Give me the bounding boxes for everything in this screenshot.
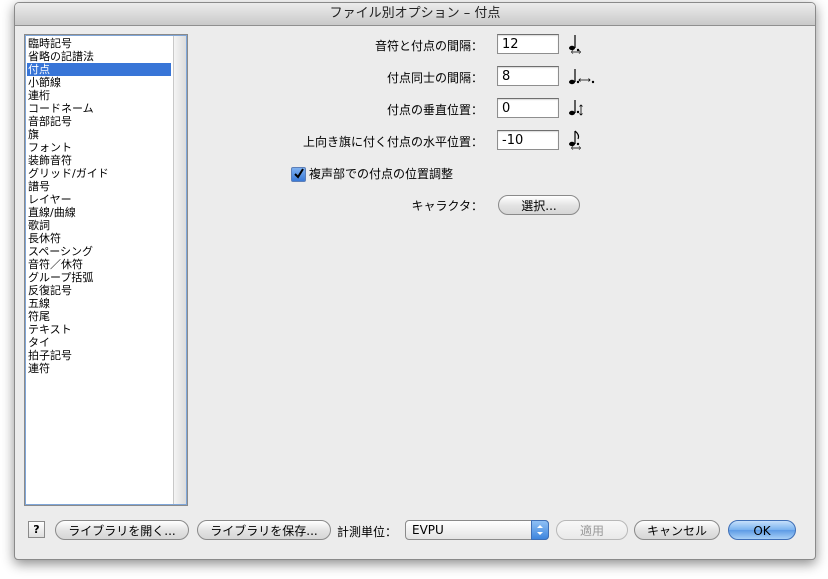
unit-label: 計測単位： — [337, 525, 398, 539]
sidebar-item[interactable]: グリッド/ガイド — [27, 167, 171, 180]
sidebar-item[interactable]: 省略の記譜法 — [27, 50, 171, 63]
checkmark-icon — [294, 168, 304, 179]
sidebar-item[interactable]: 五線 — [27, 297, 171, 310]
dot-dot-spacing-icon — [569, 69, 595, 85]
save-library-button[interactable]: ライブラリを保存... — [197, 520, 331, 540]
sidebar-item[interactable]: 譜号 — [27, 180, 171, 193]
sidebar-item[interactable]: フォント — [27, 141, 171, 154]
sidebar-item[interactable]: レイヤー — [27, 193, 171, 206]
apply-button[interactable]: 適用 — [556, 520, 628, 540]
upflag-dot-label: 上向き旗に付く付点の水平位置： — [302, 135, 483, 149]
sidebar-item[interactable]: 歌詞 — [27, 219, 171, 232]
character-select-button[interactable]: 選択... — [498, 195, 580, 215]
sidebar-item[interactable]: 臨時記号 — [27, 37, 171, 50]
upflag-dot-icon — [569, 130, 582, 150]
sidebar-item[interactable]: 旗 — [27, 128, 171, 141]
category-items: 臨時記号 省略の記譜法 付点 小節線 連桁 コードネーム 音部記号旗フォント 装飾音符 グリッド… — [27, 37, 171, 375]
sidebar-item[interactable]: コードネーム — [27, 102, 171, 115]
open-library-button[interactable]: ライブラリを開く... — [55, 520, 189, 540]
sidebar-item[interactable]: 小節線 — [27, 76, 171, 89]
dot-vertical-icon — [569, 100, 583, 116]
upflag-dot-input[interactable]: -10 — [497, 130, 559, 150]
select-arrows-icon — [531, 520, 549, 540]
dot-vertical-input[interactable]: 0 — [497, 98, 559, 118]
multi-voice-checkbox[interactable] — [291, 167, 306, 182]
sidebar-item[interactable]: 装飾音符 — [27, 154, 171, 167]
cancel-button[interactable]: キャンセル — [634, 520, 720, 540]
dot-vertical-label: 付点の垂直位置： — [386, 103, 483, 117]
sidebar-item[interactable]: 音部記号 — [27, 115, 171, 128]
sidebar-item[interactable]: 拍子記号 — [27, 349, 171, 362]
sidebar-item[interactable]: 長休符 — [27, 232, 171, 245]
help-button[interactable]: ? — [28, 521, 45, 538]
window-title: ファイル別オプション – 付点 — [15, 3, 815, 26]
sidebar-item[interactable]: 音符／休符 — [27, 258, 171, 271]
note-dot-spacing-label: 音符と付点の間隔： — [374, 39, 483, 53]
sidebar-item[interactable]: 連符 — [27, 362, 171, 375]
dot-dot-spacing-label: 付点同士の間隔： — [386, 71, 483, 85]
sidebar-item[interactable]: 直線/曲線 — [27, 206, 171, 219]
note-dot-horizontal-icon — [569, 35, 582, 54]
sidebar-item[interactable]: 連桁 — [27, 89, 171, 102]
unit-value: EVPU — [412, 523, 444, 537]
sidebar-item[interactable]: タイ — [27, 336, 171, 349]
sidebar-item[interactable]: テキスト — [27, 323, 171, 336]
dot-dot-spacing-input[interactable]: 8 — [497, 66, 559, 86]
sidebar-item[interactable]: スペーシング — [27, 245, 171, 258]
note-dot-spacing-input[interactable]: 12 — [497, 34, 559, 54]
sidebar-item[interactable]: 符尾 — [27, 310, 171, 323]
options-dialog: ファイル別オプション – 付点 臨時記号 省略の記譜法 付点 小節線 連桁 コードネーム音… — [14, 2, 816, 560]
multi-voice-label: 複声部での付点の位置調整 — [309, 167, 454, 181]
sidebar-item[interactable]: 反復記号 — [27, 284, 171, 297]
sidebar-item[interactable]: グループ括弧 — [27, 271, 171, 284]
unit-select[interactable]: EVPU — [405, 520, 549, 540]
sidebar-item[interactable]: 付点 — [27, 63, 171, 76]
ok-button[interactable]: OK — [728, 520, 796, 540]
character-label: キャラクタ： — [411, 199, 483, 213]
category-list[interactable]: 臨時記号 省略の記譜法 付点 小節線 連桁 コードネーム 音部記号旗フォント 装飾音符 グリッド… — [24, 34, 188, 506]
category-scrollbar[interactable] — [173, 36, 186, 504]
